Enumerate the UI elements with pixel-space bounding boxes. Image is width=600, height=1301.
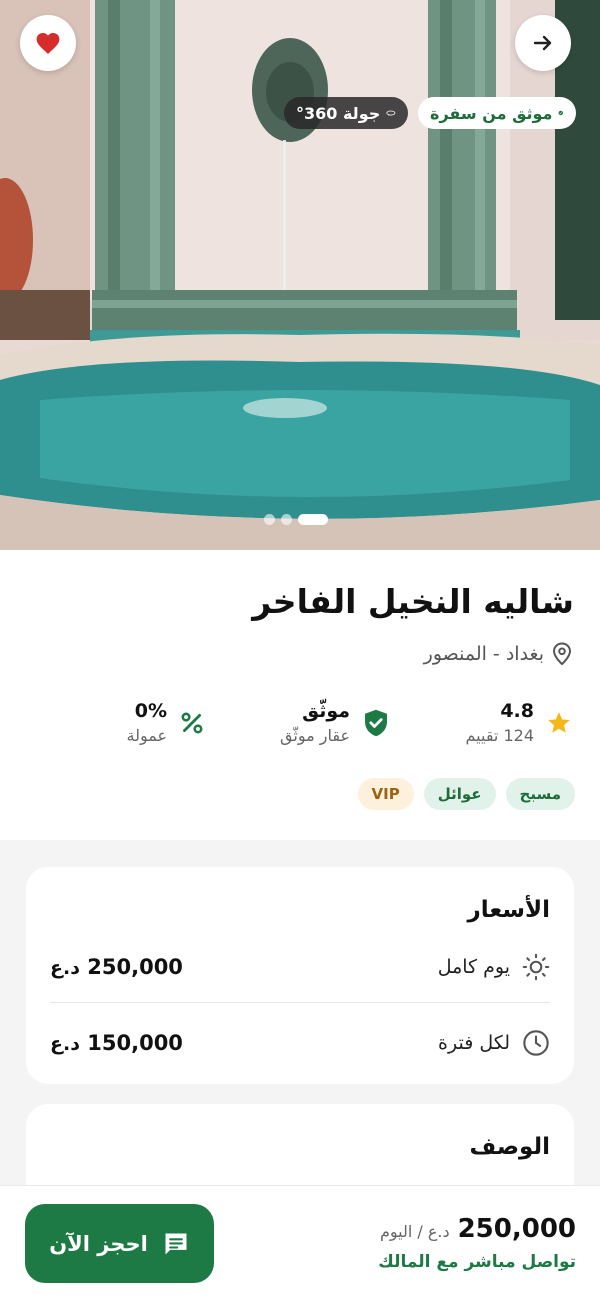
rotate-360-icon (386, 110, 396, 116)
prices-title: الأسعار (467, 897, 551, 923)
tag-families: عوائل (423, 778, 496, 810)
tag-pool: مسبح (505, 778, 575, 810)
gallery-dot[interactable] (281, 514, 292, 525)
location-pin-icon (552, 642, 572, 666)
gallery-pagination[interactable] (264, 514, 328, 525)
bottom-price: 250,000 (457, 1214, 576, 1244)
price-amount-full-day: 250,000 د.ع (50, 955, 183, 979)
listing-tags: مسبح عوائل VIP (357, 778, 575, 810)
arrow-right-icon (533, 35, 552, 51)
currency-label: د.ع (50, 1033, 80, 1055)
commission-label: عمولة (126, 726, 167, 745)
back-button[interactable] (515, 15, 571, 71)
contact-owner-link[interactable]: تواصل مباشر مع المالك (378, 1252, 576, 1272)
price-label-full-day: يوم كامل (437, 956, 510, 978)
hero-image-gallery[interactable]: موثق من سفرة جولة 360° (0, 0, 600, 550)
price-value-full-day: 250,000 (87, 955, 183, 979)
gallery-dot-active[interactable] (298, 514, 328, 525)
price-label-per-period: لكل فترة (438, 1032, 510, 1054)
property-photo (0, 0, 600, 550)
rating-stat[interactable]: 4.8 124 تقييم (466, 700, 572, 745)
sun-icon (522, 953, 550, 981)
commission-value: 0% (134, 700, 167, 722)
rating-count: 124 تقييم (465, 726, 534, 745)
price-row-full-day: يوم كامل 250,000 د.ع (50, 937, 550, 997)
currency-label: د.ع (50, 957, 80, 979)
verified-stat: موثّق عقار موثّق (280, 700, 390, 745)
price-row-per-period: لكل فترة 150,000 د.ع (50, 1013, 550, 1073)
location-text: بغداد - المنصور (423, 643, 544, 665)
booking-bar: احجز الآن 250,000 د.ع / اليوم تواصل مباش… (0, 1185, 600, 1301)
price-divider (50, 1002, 550, 1003)
price-amount-per-period: 150,000 د.ع (50, 1031, 183, 1055)
bottom-price-unit: د.ع / اليوم (379, 1222, 450, 1241)
book-now-button[interactable]: احجز الآن (25, 1204, 214, 1283)
chat-icon (165, 1233, 187, 1254)
verified-badge: موثق من سفرة (418, 97, 576, 129)
verified-value: موثّق (302, 700, 350, 722)
heart-icon (36, 33, 60, 54)
clock-icon (523, 1030, 549, 1056)
commission-stat: 0% عمولة (126, 700, 205, 745)
listing-title: شاليه النخيل الفاخر (252, 582, 574, 621)
gallery-dot[interactable] (264, 514, 275, 525)
bottom-price-block: 250,000 د.ع / اليوم تواصل مباشر مع المال… (378, 1214, 576, 1272)
tour-360-label: جولة 360° (296, 103, 381, 123)
verified-badge-label: موثق من سفرة (430, 103, 553, 123)
tag-vip: VIP (357, 778, 414, 810)
rating-value: 4.8 (500, 700, 534, 722)
shield-check-icon (365, 709, 387, 736)
verified-check-icon (558, 110, 564, 116)
price-value-per-period: 150,000 (87, 1031, 183, 1055)
favorite-button[interactable] (20, 15, 76, 71)
verified-label: عقار موثّق (280, 726, 350, 745)
percent-icon (181, 711, 203, 734)
listing-info: شاليه النخيل الفاخر بغداد - المنصور 4.8 … (0, 550, 600, 840)
star-icon (548, 711, 570, 733)
tour-360-button[interactable]: جولة 360° (284, 97, 408, 129)
description-title: الوصف (469, 1134, 550, 1160)
listing-location: بغداد - المنصور (424, 642, 572, 666)
book-now-label: احجز الآن (49, 1231, 148, 1256)
prices-card: الأسعار يوم كامل 250,000 د.ع لكل فترة 15… (26, 867, 574, 1084)
